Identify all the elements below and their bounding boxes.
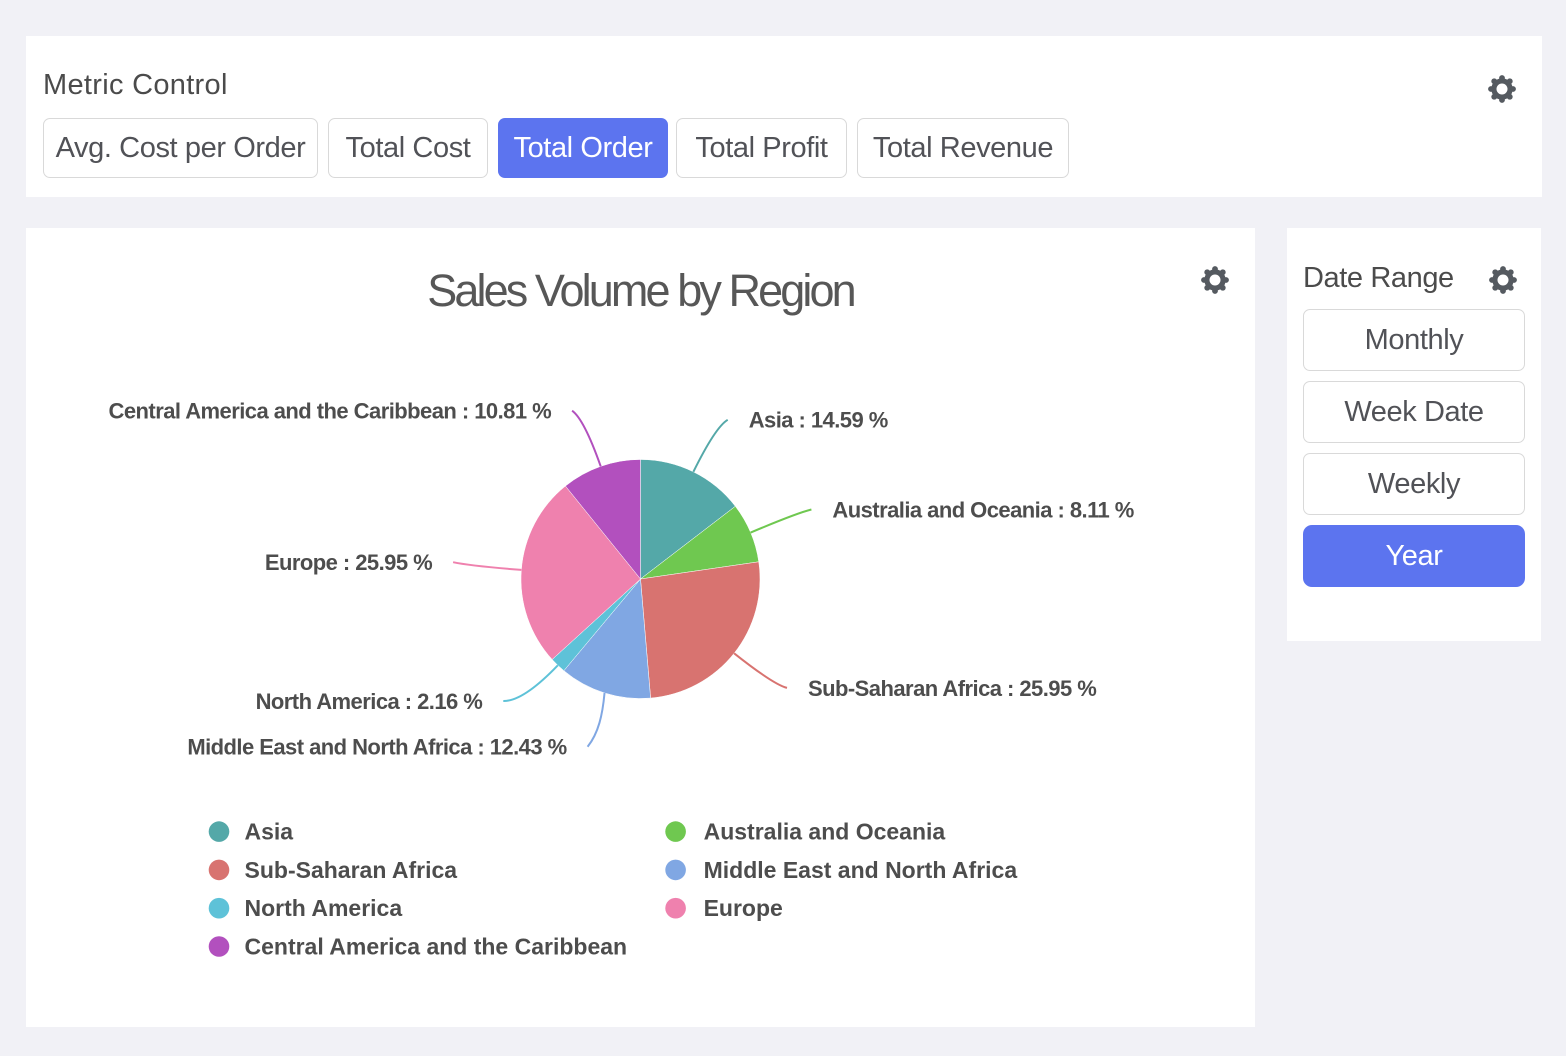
svg-text:Central America and the Caribb: Central America and the Caribbean — [245, 933, 628, 959]
svg-text:Sub-Saharan Africa: Sub-Saharan Africa — [245, 857, 458, 883]
svg-text:Middle East and North Africa: Middle East and North Africa — [704, 857, 1018, 883]
svg-text:Middle East and North Africa :: Middle East and North Africa : 12.43 % — [187, 735, 566, 760]
svg-text:Central America and the Caribb: Central America and the Caribbean : 10.8… — [109, 399, 552, 424]
svg-text:Asia: Asia — [245, 819, 294, 845]
svg-text:North America: North America — [245, 895, 403, 921]
svg-text:Europe: Europe — [704, 895, 783, 921]
svg-text:Sub-Saharan Africa : 25.95 %: Sub-Saharan Africa : 25.95 % — [808, 676, 1096, 701]
svg-text:Australia and Oceania : 8.11 %: Australia and Oceania : 8.11 % — [832, 497, 1133, 522]
svg-text:Australia and Oceania: Australia and Oceania — [704, 819, 946, 845]
svg-text:Europe : 25.95 %: Europe : 25.95 % — [265, 550, 432, 575]
svg-text:North America : 2.16 %: North America : 2.16 % — [256, 689, 483, 714]
svg-text:Asia : 14.59 %: Asia : 14.59 % — [749, 408, 888, 433]
